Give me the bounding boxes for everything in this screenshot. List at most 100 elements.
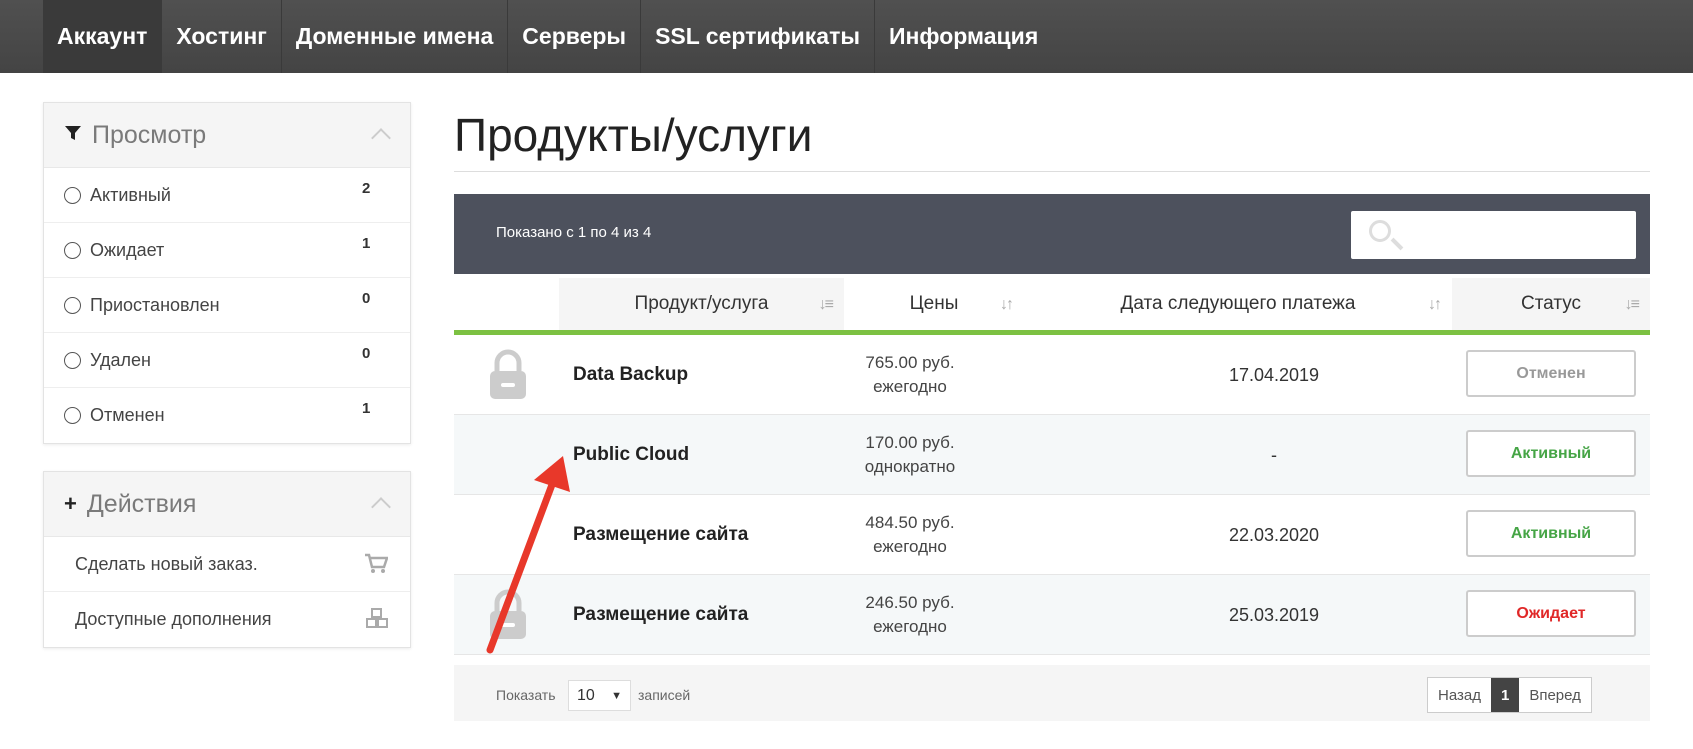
nav-item-hosting[interactable]: Хостинг: [162, 0, 282, 73]
nav-item-ssl[interactable]: SSL сертификаты: [641, 0, 875, 73]
next-payment-date: -: [1271, 444, 1277, 465]
filter-icon: [64, 122, 82, 148]
table-footer: Показать 10 ▼ записей Назад 1 Вперед: [454, 665, 1650, 721]
billing-cycle: ежегодно: [873, 537, 947, 556]
filter-label: Удален: [90, 349, 151, 370]
view-panel-header[interactable]: Просмотр: [44, 103, 410, 168]
column-header-next-payment[interactable]: Дата следующего платежа ↓↑: [1024, 278, 1452, 335]
page-title: Продукты/услуги: [454, 109, 813, 161]
column-header-status[interactable]: Статус ↓≡: [1452, 278, 1650, 335]
status-badge[interactable]: Активный: [1466, 430, 1636, 477]
filter-count: 0: [362, 345, 371, 362]
cubes-icon: [366, 608, 388, 636]
product-name[interactable]: Data Backup: [573, 335, 688, 415]
dropdown-arrow-icon: ▼: [611, 690, 622, 702]
actions-panel-title: Действия: [86, 489, 197, 518]
filter-deleted[interactable]: Удален 0: [44, 333, 410, 388]
filter-count: 2: [362, 180, 371, 197]
product-name[interactable]: Размещение сайта: [573, 575, 748, 655]
radio-icon[interactable]: [64, 241, 81, 259]
filter-count: 1: [362, 235, 371, 252]
plus-icon: +: [64, 491, 77, 516]
action-label: Сделать новый заказ.: [75, 553, 258, 574]
filter-label: Приостановлен: [90, 294, 220, 315]
action-label: Доступные дополнения: [75, 609, 272, 629]
lock-icon: [490, 589, 526, 639]
filter-suspended[interactable]: Приостановлен 0: [44, 278, 410, 333]
view-panel: Просмотр Активный 2 Ожидает 1 Приостанов…: [43, 102, 411, 444]
product-price: 170.00 руб. однократно: [820, 415, 1000, 495]
column-header-label: Дата следующего платежа: [1120, 293, 1356, 314]
radio-icon[interactable]: [64, 186, 81, 204]
title-divider: [454, 171, 1650, 172]
status-badge[interactable]: Ожидает: [1466, 590, 1636, 637]
column-header-price[interactable]: Цены ↓↑: [844, 278, 1024, 335]
product-price: 246.50 руб. ежегодно: [820, 575, 1000, 655]
page-size-select[interactable]: 10 ▼: [568, 680, 631, 711]
view-panel-title: Просмотр: [92, 120, 207, 149]
actions-panel: + Действия Сделать новый заказ. Доступны…: [43, 471, 411, 648]
billing-cycle: однократно: [864, 457, 956, 476]
nav-item-account[interactable]: Аккаунт: [43, 0, 163, 73]
page-size-value: 10: [577, 686, 595, 704]
product-price: 765.00 руб. ежегодно: [820, 335, 1000, 415]
page-button-current[interactable]: 1: [1490, 678, 1520, 712]
action-addons[interactable]: Доступные дополнения: [44, 592, 410, 647]
prev-page-button[interactable]: Назад: [1428, 678, 1491, 712]
table-row[interactable]: Размещение сайта 246.50 руб. ежегодно 25…: [454, 575, 1650, 655]
next-page-button[interactable]: Вперед: [1519, 678, 1591, 712]
sort-icon: ↓≡: [1624, 296, 1640, 313]
product-price: 484.50 руб. ежегодно: [820, 495, 1000, 575]
billing-cycle: ежегодно: [873, 377, 947, 396]
radio-icon[interactable]: [64, 351, 81, 369]
table-row[interactable]: Data Backup 765.00 руб. ежегодно 17.04.2…: [454, 335, 1650, 415]
lock-icon: [490, 349, 526, 399]
next-payment-date: 17.04.2019: [1228, 364, 1320, 385]
price-amount: 170.00 руб.: [865, 433, 955, 452]
price-amount: 484.50 руб.: [865, 513, 955, 532]
radio-icon[interactable]: [64, 296, 81, 314]
column-header-label: Статус: [1520, 293, 1582, 314]
filter-label: Активный: [90, 184, 171, 205]
sort-icon: ↓≡: [818, 296, 834, 313]
filter-pending[interactable]: Ожидает 1: [44, 223, 410, 278]
search-icon: [1369, 220, 1391, 242]
show-label: Показать: [496, 687, 556, 703]
column-header-product[interactable]: Продукт/услуга ↓≡: [559, 278, 844, 335]
next-payment-date: 22.03.2020: [1228, 524, 1320, 545]
column-header-label: Цены: [909, 293, 959, 314]
filter-active[interactable]: Активный 2: [44, 168, 410, 223]
sort-icon: ↓↑: [1000, 296, 1014, 313]
nav-item-servers[interactable]: Серверы: [508, 0, 642, 73]
billing-cycle: ежегодно: [873, 617, 947, 636]
top-nav: Аккаунт Хостинг Доменные имена Серверы S…: [0, 0, 1693, 73]
filter-cancelled[interactable]: Отменен 1: [44, 388, 410, 443]
product-name[interactable]: Размещение сайта: [573, 495, 748, 575]
cart-icon: [364, 553, 389, 581]
filter-label: Отменен: [90, 405, 165, 425]
filter-count: 0: [362, 290, 371, 307]
nav-item-domains[interactable]: Доменные имена: [282, 0, 509, 73]
product-name[interactable]: Public Cloud: [573, 415, 689, 495]
status-badge[interactable]: Отменен: [1466, 350, 1636, 397]
table-row[interactable]: Размещение сайта 484.50 руб. ежегодно 22…: [454, 495, 1650, 575]
nav-item-info[interactable]: Информация: [875, 0, 1052, 73]
radio-icon[interactable]: [64, 407, 81, 424]
status-badge[interactable]: Активный: [1466, 510, 1636, 557]
filter-count: 1: [362, 400, 371, 417]
next-payment-date: 25.03.2019: [1228, 604, 1320, 625]
chevron-up-icon[interactable]: [371, 497, 391, 517]
chevron-up-icon[interactable]: [371, 128, 391, 148]
price-amount: 246.50 руб.: [865, 593, 955, 612]
table-toolbar: Показано с 1 по 4 из 4: [454, 194, 1650, 274]
pagination: Назад 1 Вперед: [1427, 677, 1592, 713]
table-info: Показано с 1 по 4 из 4: [496, 224, 652, 241]
action-new-order[interactable]: Сделать новый заказ.: [44, 537, 410, 592]
sort-icon: ↓↑: [1428, 296, 1442, 313]
actions-panel-header[interactable]: + Действия: [44, 472, 410, 537]
column-header-icon: [454, 278, 559, 335]
filter-label: Ожидает: [90, 239, 165, 260]
table-row[interactable]: Public Cloud 170.00 руб. однократно - Ак…: [454, 415, 1650, 495]
records-label: записей: [638, 687, 691, 703]
search-input[interactable]: [1351, 211, 1636, 259]
